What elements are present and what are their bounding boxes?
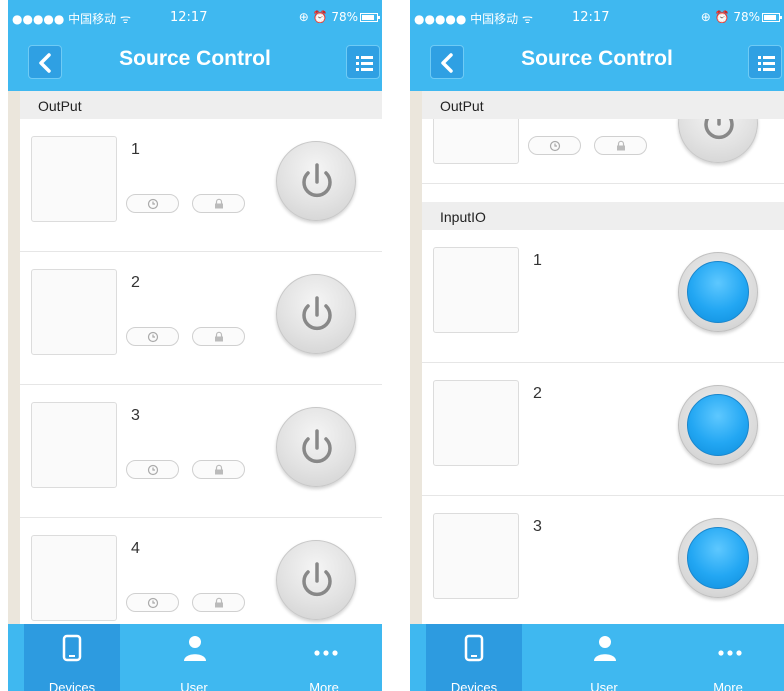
tab-label: More: [713, 680, 743, 691]
section-header-output: OutPut: [20, 91, 382, 119]
tab-bar: Devices User More: [410, 624, 784, 691]
nav-bar: Source Control: [8, 33, 382, 91]
lock-icon: [215, 597, 223, 608]
row-number: 1: [131, 141, 140, 158]
clock-icon: [147, 597, 159, 609]
user-icon: [594, 636, 616, 661]
power-icon: [302, 296, 332, 331]
status-indicators: ⊕ ⏰ 78%: [700, 10, 760, 24]
list-item[interactable]: 2: [20, 252, 382, 385]
tab-devices[interactable]: Devices: [24, 624, 120, 691]
list-item[interactable]: 3: [422, 496, 784, 624]
list-icon: [758, 56, 775, 71]
tab-label: More: [309, 680, 339, 691]
tab-label: User: [180, 680, 208, 691]
phone-screen-left: ●●●●● 中国移动 ᯤ 12:17 ⊕ ⏰ 78% Source Contro…: [8, 0, 382, 691]
row-number: 3: [131, 407, 140, 424]
device-list[interactable]: OutPut 1 2 3 4: [20, 91, 382, 624]
list-item[interactable]: 2: [422, 363, 784, 496]
power-icon: [302, 163, 332, 198]
clock-label: 12:17: [170, 10, 208, 25]
device-thumbnail: [433, 513, 519, 599]
device-list[interactable]: OutPut InputIO 1 2 3: [422, 91, 784, 624]
tab-label: User: [590, 680, 618, 691]
clock-icon: [147, 198, 159, 210]
carrier-label: ●●●●● 中国移动 ᯤ: [12, 12, 131, 26]
clock-icon: [147, 331, 159, 343]
more-icon: [314, 650, 338, 656]
section-header-output: OutPut: [422, 91, 784, 119]
list-item[interactable]: 4: [20, 518, 382, 624]
row-number: 2: [131, 274, 140, 291]
power-button[interactable]: [276, 407, 356, 487]
lock-icon: [215, 331, 223, 342]
tab-bar: Devices User More: [8, 624, 382, 691]
nav-bar: Source Control: [410, 33, 784, 91]
device-thumbnail: [31, 402, 117, 488]
tab-more[interactable]: More: [680, 624, 776, 691]
tab-user[interactable]: User: [146, 624, 242, 691]
phone-screen-right: ●●●●● 中国移动 ᯤ 12:17 ⊕ ⏰ 78% Source Contro…: [410, 0, 784, 691]
list-icon: [356, 56, 373, 71]
timer-button[interactable]: [126, 593, 179, 612]
power-button[interactable]: [276, 274, 356, 354]
list-item[interactable]: 1: [20, 119, 382, 252]
lock-button[interactable]: [192, 194, 245, 213]
user-icon: [184, 636, 206, 661]
list-item[interactable]: 1: [422, 230, 784, 363]
tab-user[interactable]: User: [556, 624, 652, 691]
lock-icon: [215, 464, 223, 475]
lock-button[interactable]: [192, 460, 245, 479]
section-header-input: InputIO: [422, 202, 784, 230]
timer-button[interactable]: [126, 327, 179, 346]
page-title: Source Control: [119, 47, 271, 70]
input-status-led: [678, 385, 758, 465]
device-thumbnail: [433, 247, 519, 333]
phone-icon: [464, 634, 484, 662]
battery-icon: [360, 13, 380, 22]
lock-icon: [215, 198, 223, 209]
lock-button[interactable]: [192, 593, 245, 612]
row-number: 4: [131, 540, 140, 557]
device-thumbnail: [31, 269, 117, 355]
clock-icon: [147, 464, 159, 476]
battery-icon: [762, 13, 782, 22]
status-bar: ●●●●● 中国移动 ᯤ 12:17 ⊕ ⏰ 78%: [410, 0, 784, 33]
power-icon: [302, 429, 332, 464]
lock-icon: [617, 140, 625, 151]
device-thumbnail: [433, 380, 519, 466]
device-thumbnail: [31, 136, 117, 222]
tab-devices[interactable]: Devices: [426, 624, 522, 691]
power-button[interactable]: [276, 141, 356, 221]
page-title: Source Control: [521, 47, 673, 70]
row-number: 2: [533, 385, 542, 402]
clock-icon: [549, 140, 561, 152]
section-gap: [422, 184, 784, 202]
more-icon: [718, 650, 742, 656]
phone-icon: [62, 634, 82, 662]
power-icon: [302, 562, 332, 597]
status-bar: ●●●●● 中国移动 ᯤ 12:17 ⊕ ⏰ 78%: [8, 0, 382, 33]
list-item[interactable]: 3: [20, 385, 382, 518]
input-status-led: [678, 252, 758, 332]
menu-button[interactable]: [346, 45, 380, 79]
power-button[interactable]: [276, 540, 356, 620]
lock-button[interactable]: [594, 136, 647, 155]
lock-button[interactable]: [192, 327, 245, 346]
row-number: 1: [533, 252, 542, 269]
tab-label: Devices: [450, 680, 498, 691]
clock-label: 12:17: [572, 10, 610, 25]
carrier-label: ●●●●● 中国移动 ᯤ: [414, 12, 533, 26]
menu-button[interactable]: [748, 45, 782, 79]
device-thumbnail: [31, 535, 117, 621]
tab-label: Devices: [48, 680, 96, 691]
status-indicators: ⊕ ⏰ 78%: [298, 10, 358, 24]
timer-button[interactable]: [126, 460, 179, 479]
input-status-led: [678, 518, 758, 598]
timer-button[interactable]: [126, 194, 179, 213]
tab-more[interactable]: More: [276, 624, 372, 691]
timer-button[interactable]: [528, 136, 581, 155]
row-number: 3: [533, 518, 542, 535]
